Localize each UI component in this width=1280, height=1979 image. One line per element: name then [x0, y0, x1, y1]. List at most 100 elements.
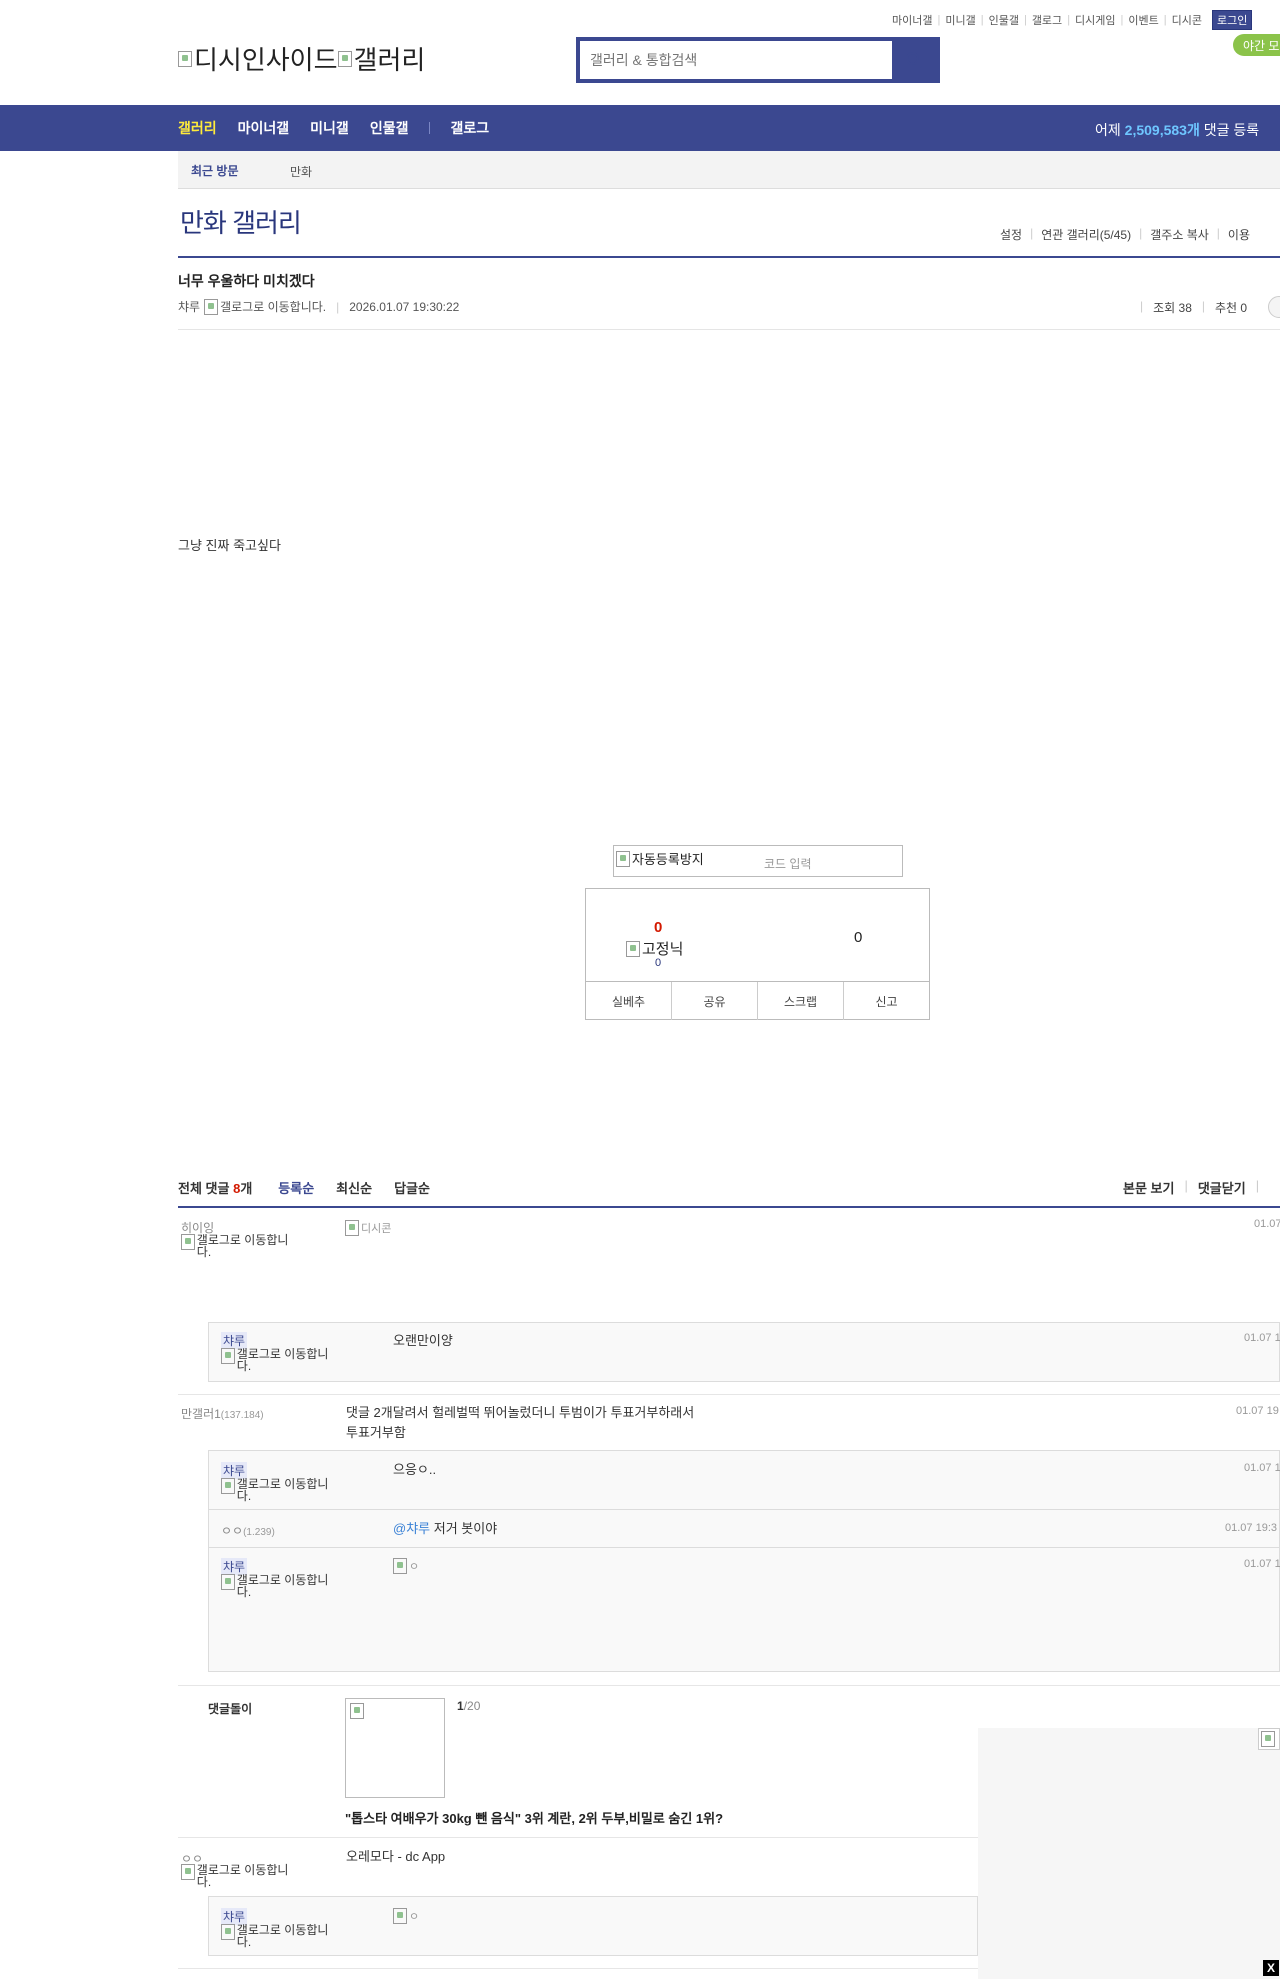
gallery-title[interactable]: 만화 갤러리	[180, 203, 302, 240]
recent-visit-bar: 최근 방문 만화	[178, 151, 1280, 189]
reply-date: 01.07 1	[1244, 1558, 1280, 1570]
sort-replies[interactable]: 답글순	[394, 1178, 430, 1208]
comment-text-line2: 투표거부함	[346, 1425, 406, 1440]
upvote-count: 0	[654, 919, 663, 936]
gallog-link[interactable]: 갤로그로 이동합니다.	[221, 1478, 341, 1502]
sort-latest[interactable]: 최신순	[336, 1178, 372, 1208]
dccon-image: ㅇ	[393, 1908, 419, 1924]
comment-text: 오레모다 - dc App	[346, 1849, 446, 1864]
best-recommend-button[interactable]: 실베추	[586, 982, 672, 1020]
sort-registered[interactable]: 등록순	[278, 1178, 314, 1208]
nav-person[interactable]: 인물갤	[370, 118, 409, 138]
share-button[interactable]: 공유	[672, 982, 758, 1020]
ad-image[interactable]	[1258, 1728, 1280, 1750]
top-link-mini[interactable]: 미니갤	[945, 12, 975, 28]
view-post-button[interactable]: 본문 보기	[1123, 1178, 1174, 1197]
report-button[interactable]: 신고	[844, 982, 929, 1020]
site-logo[interactable]: 디시인사이드 갤러리	[178, 40, 425, 77]
reply-text: 으응ㅇ..	[393, 1462, 437, 1477]
gallog-link[interactable]: 갤로그로 이동합니다.	[221, 1924, 341, 1948]
comment-stat: 어제 2,509,583개 댓글 등록	[1095, 122, 1260, 138]
broken-image-icon	[178, 50, 192, 67]
captcha-image: 자동등록방지	[616, 849, 704, 868]
comment-dolly-label: 댓글돌이	[208, 1702, 253, 1716]
nav-gallery[interactable]: 갤러리	[178, 118, 217, 138]
broken-image-icon	[393, 1558, 407, 1574]
downvote-count[interactable]: 0	[854, 929, 862, 946]
post-option-button[interactable]	[1268, 296, 1280, 318]
gallery-menu: 설정 | 연관 갤러리(5/45) | 갤주소 복사 | 이용	[1000, 226, 1250, 243]
close-ad-button[interactable]: X	[1263, 1960, 1279, 1976]
night-mode-button[interactable]: 야간 모	[1233, 34, 1280, 56]
recent-visit-label: 최근 방문	[191, 164, 239, 178]
login-button[interactable]: 로그인	[1212, 10, 1253, 30]
top-link-dccon[interactable]: 디시콘	[1172, 12, 1202, 28]
reply-date: 01.07 19:3	[1225, 1522, 1277, 1534]
gallog-link[interactable]: 갤로그로 이동합니다.	[221, 1348, 341, 1372]
reply-box	[208, 1322, 1280, 1382]
nav-mini[interactable]: 미니갤	[310, 118, 349, 138]
dccon-image: 디시콘	[345, 1220, 391, 1236]
main-nav: 갤러리 마이너갤 미니갤 인물갤 갤로그 어제 2,509,583개 댓글 등록	[0, 105, 1280, 151]
ad-pager: 1/20	[457, 1699, 481, 1713]
broken-image-icon	[221, 1574, 235, 1590]
comment-text: 댓글 2개달려서 헐레벌떡 뛰어놀렀더니 투범이가 투표거부하래서	[346, 1405, 695, 1420]
post-recommends: 추천 0	[1215, 301, 1248, 315]
nav-minor[interactable]: 마이너갤	[238, 118, 290, 138]
gallog-link[interactable]: 갤로그로 이동합니다.	[221, 1574, 341, 1598]
broken-image-icon	[626, 940, 640, 957]
top-link-event[interactable]: 이벤트	[1128, 12, 1158, 28]
search-input[interactable]	[580, 41, 892, 79]
broken-image-icon	[221, 1924, 235, 1940]
ad-headline[interactable]: "톱스타 여배우가 30kg 뺀 음식" 3위 계란, 2위 두부,비밀로 숨긴…	[345, 1808, 723, 1827]
recent-visit-item[interactable]: 만화	[290, 163, 312, 180]
ad-thumbnail[interactable]	[345, 1698, 445, 1798]
close-comments-button[interactable]: 댓글닫기	[1198, 1178, 1246, 1197]
upvote-button[interactable]: 고정닉	[626, 938, 683, 959]
comment-divider	[178, 1837, 978, 1838]
broken-image-icon	[393, 1908, 407, 1924]
reply-box	[208, 1450, 1280, 1672]
broken-image-icon	[181, 1864, 195, 1880]
comment-divider	[178, 1206, 1280, 1208]
comment-date: 01.07	[1254, 1218, 1280, 1230]
broken-image-icon	[204, 298, 219, 315]
gallog-link[interactable]: 갤로그로 이동합니다.	[181, 1234, 301, 1258]
copy-address-link[interactable]: 갤주소 복사	[1150, 226, 1209, 243]
vote-box: 0 고정닉 0 0 실베추 공유 스크랩 신고	[585, 888, 930, 1020]
gallery-settings-link[interactable]: 설정	[1000, 226, 1022, 243]
search-button[interactable]	[892, 41, 936, 79]
post-author[interactable]: 챠루	[178, 298, 200, 315]
broken-image-icon	[221, 1348, 235, 1364]
broken-image-icon	[616, 850, 630, 867]
scrap-button[interactable]: 스크랩	[758, 982, 844, 1020]
top-link-game[interactable]: 디시게임	[1075, 12, 1115, 28]
related-gallery-link[interactable]: 연관 갤러리(5/45)	[1041, 226, 1131, 243]
usage-link[interactable]: 이용	[1228, 226, 1250, 243]
top-util-links: 마이너갤 | 미니갤 | 인물갤 | 갤로그 | 디시게임 | 이벤트 | 디시콘 로그인	[892, 10, 1253, 30]
fixed-nick-count: 0	[655, 957, 662, 969]
broken-image-icon	[181, 1234, 195, 1250]
nav-gallog[interactable]: 갤로그	[450, 118, 489, 138]
broken-image-icon	[221, 1478, 235, 1494]
comment-header: 전체 댓글 8개 등록순 최신순 답글순	[178, 1178, 1280, 1208]
floating-ad[interactable]	[978, 1728, 1280, 1979]
logo-section-text: 갤러리	[353, 45, 426, 75]
top-link-minor[interactable]: 마이너갤	[892, 12, 932, 28]
reply-text: 오랜만이양	[393, 1333, 453, 1348]
top-link-gallog[interactable]: 갤로그	[1032, 12, 1062, 28]
gallog-link[interactable]: 갤로그로 이동합니다.	[204, 298, 326, 315]
post-views: 조회 38	[1153, 301, 1192, 315]
comment-header-right: 본문 보기 | 댓글닫기 |	[1123, 1178, 1260, 1197]
captcha-box: 자동등록방지 코드 입력	[613, 845, 903, 877]
comment-divider	[178, 1685, 1280, 1686]
reply-nick[interactable]: ㅇㅇ(1.239)	[221, 1522, 275, 1539]
broken-image-icon	[337, 50, 352, 67]
comment-nick[interactable]: 만갤러1(137.184)	[181, 1405, 264, 1422]
post-title: 너무 우울하다 미치겠다	[178, 273, 315, 289]
top-link-person[interactable]: 인물갤	[989, 12, 1019, 28]
mention-link[interactable]: @챠루	[393, 1521, 430, 1536]
post-body: 그냥 진짜 죽고싶다	[178, 538, 281, 553]
gallog-link[interactable]: 갤로그로 이동합니다.	[181, 1864, 301, 1888]
captcha-input[interactable]: 코드 입력	[764, 855, 812, 872]
